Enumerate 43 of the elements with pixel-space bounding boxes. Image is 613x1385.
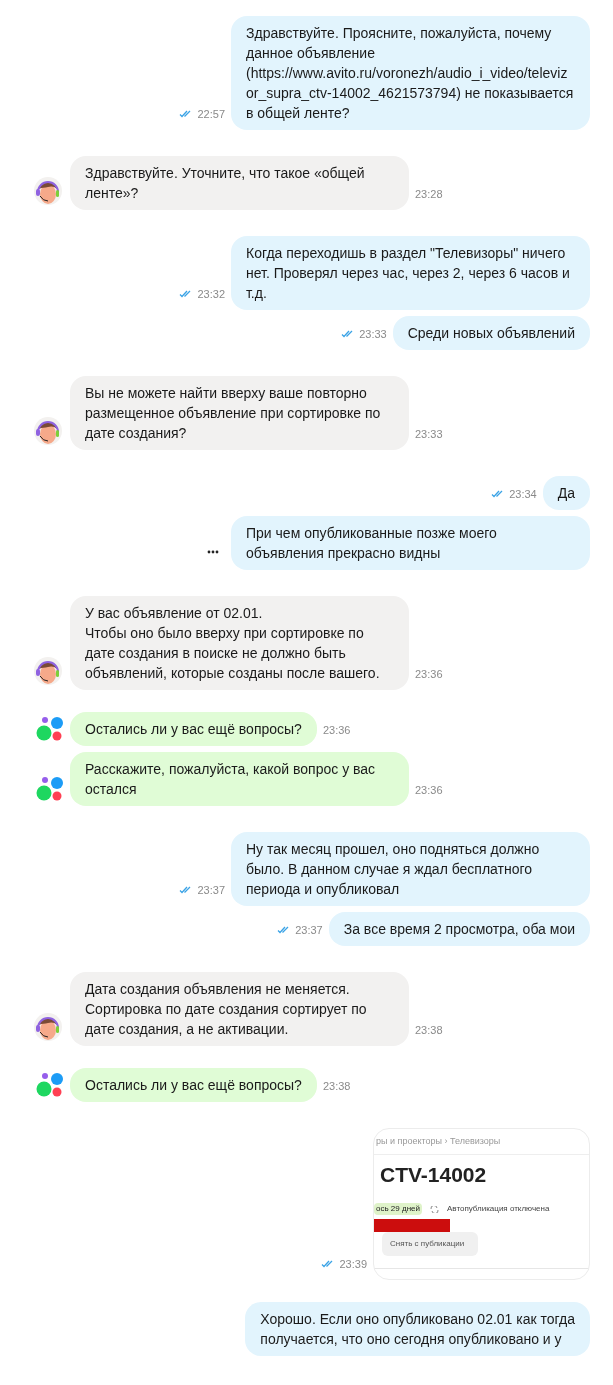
message-time: 23:34 [509, 486, 537, 502]
message-bubble: Дата создания объявления не меняется. Сортировка по дате создания сортирует по дате создания, а не активации. [70, 972, 409, 1046]
message-bubble: За все время 2 просмотра, оба мои [328, 912, 590, 946]
unpublish-button: Снять с публикации [382, 1232, 478, 1256]
message-bubble: Остались ли у вас ещё вопросы? [70, 712, 317, 746]
message-time: 23:33 [415, 426, 443, 442]
autopublish-status: Автопубликация отключена [446, 1203, 550, 1215]
logo-icon [35, 714, 63, 742]
logo-icon [35, 774, 63, 802]
message-bubble: Здравствуйте. Уточните, что такое «общей ленте»? [70, 156, 409, 210]
message-time: 23:37 [197, 882, 225, 898]
breadcrumb: ры и проекторы › Телевизоры [376, 1134, 501, 1148]
agent-avatar-icon [33, 176, 63, 206]
message-time: 22:57 [197, 106, 225, 122]
message-bubble: Среди новых объявлений [392, 316, 590, 350]
message-bubble: Да [542, 476, 590, 510]
agent-avatar-icon [33, 656, 63, 686]
message-bubble: Вы не можете найти вверху ваше повторно размещенное объявление при сортировке по дате создания? [70, 376, 409, 450]
message-bubble: Ну так месяц прошел, оно подняться должно было. В данном случае я ждал бесплатного периода и опубликовал [231, 832, 590, 906]
refresh-icon [429, 1205, 439, 1213]
message-time: 23:36 [322, 722, 351, 738]
message-time: 23:39 [339, 1256, 367, 1272]
message-time: 23:28 [415, 186, 443, 202]
message-bubble: Здравствуйте. Проясните, пожалуйста, почему данное объявление (https://www.avito.ru/voronezh/audio_i_video/televizor_supra_ctv-14002_4621573794) не показывается в общей ленте? [231, 16, 590, 130]
listing-title: CTV-14002 [380, 1163, 488, 1187]
logo-icon [35, 1070, 63, 1098]
message-bubble: Остались ли у вас ещё вопросы? [70, 1068, 317, 1102]
message-bubble: У вас объявление от 02.01. Чтобы оно было вверху при сортировке по дате создания в поиске не должно быть объявлений, которые созданы после вашего. [70, 596, 409, 690]
agent-avatar-icon [33, 1012, 63, 1042]
message-bubble: Когда переходишь в раздел "Телевизоры" ничего нет. Проверял через час, через 2, через 6 часов и т.д. [231, 236, 590, 310]
message-time: 23:32 [197, 286, 225, 302]
message-bubble: Хорошо. Если оно опубликовано 02.01 как тогда получается, что оно сегодня опубликовано и у [245, 1302, 590, 1356]
message-time: 23:36 [415, 782, 443, 798]
message-time: 23:37 [295, 922, 323, 938]
message-time: 23:38 [322, 1078, 351, 1094]
message-time: 23:38 [415, 1022, 443, 1038]
message-bubble: При чем опубликованные позже моего объявления прекрасно видны [231, 516, 590, 570]
screenshot-preview[interactable]: ры и проекторы › Телевизоры CTV-14002 ось 29 дней Автопубликация отключена Снять с публикации [373, 1128, 590, 1280]
agent-avatar-icon [33, 416, 63, 446]
status-badge: ось 29 дней [374, 1203, 422, 1215]
message-time: 23:33 [359, 326, 387, 342]
message-time: 23:36 [415, 666, 443, 682]
message-bubble: Расскажите, пожалуйста, какой вопрос у вас остался [70, 752, 409, 806]
